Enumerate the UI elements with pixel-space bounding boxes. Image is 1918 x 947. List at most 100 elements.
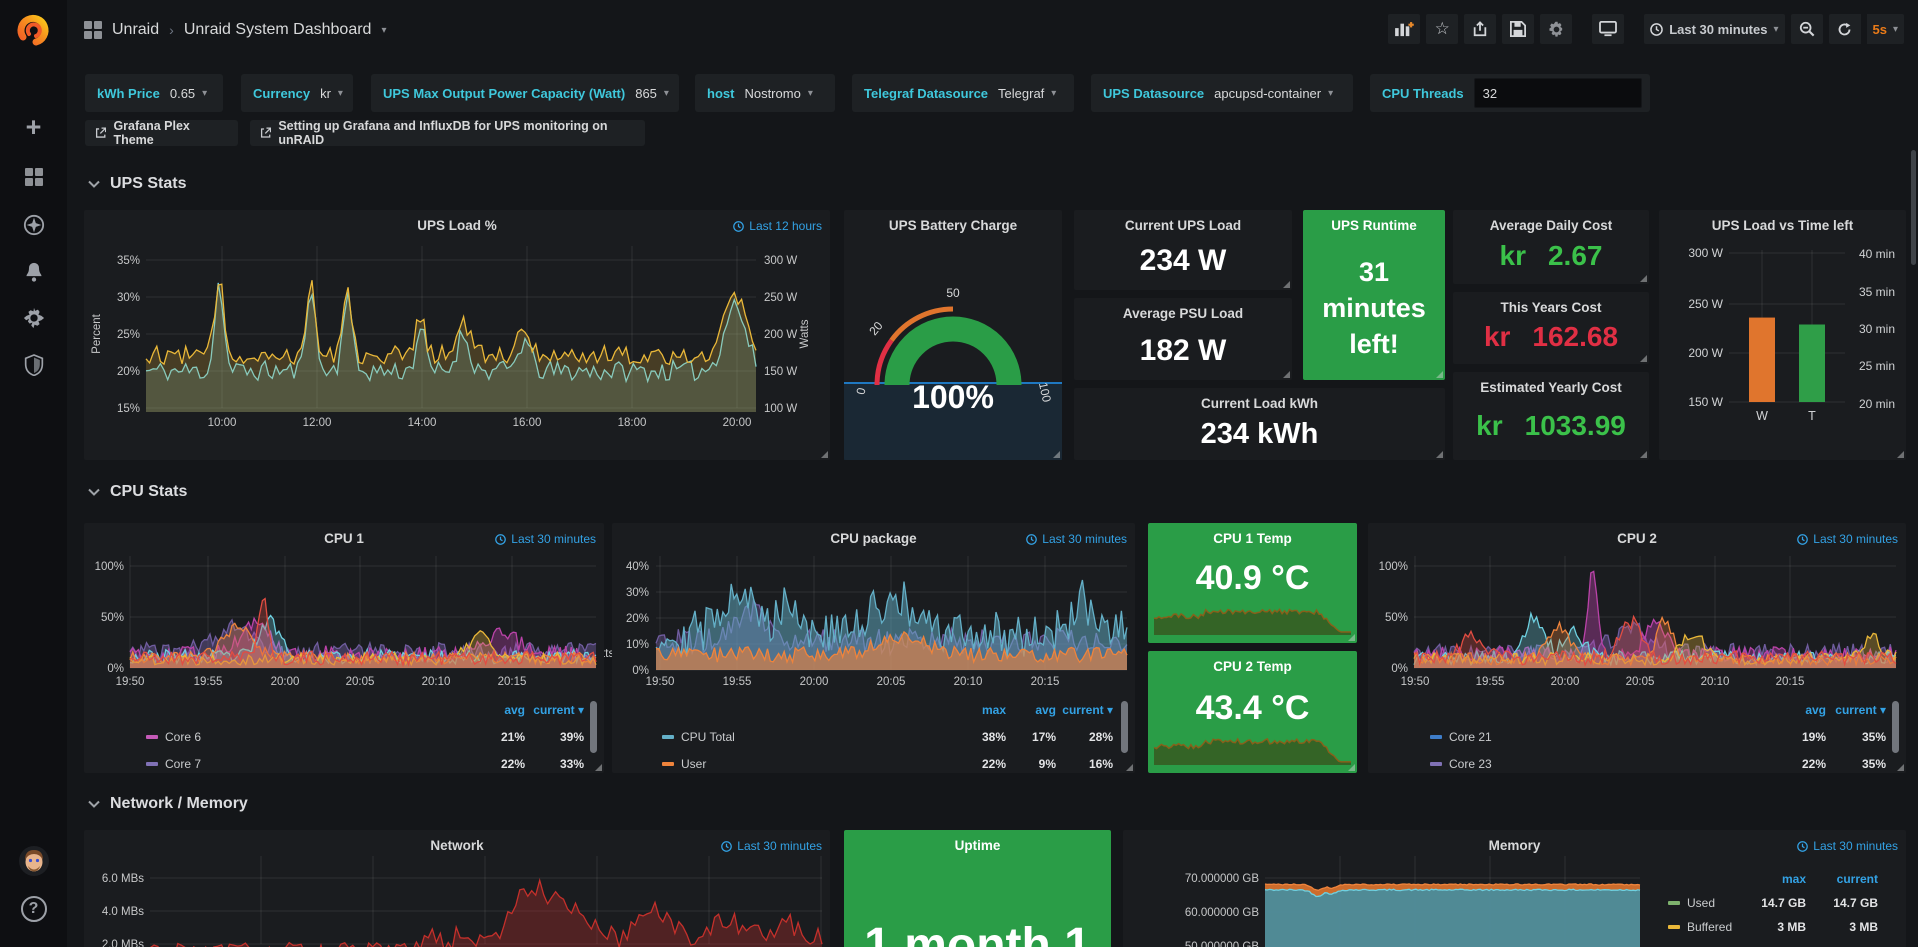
grafana-logo[interactable] [15, 11, 53, 49]
chevron-down-icon: ▾ [808, 88, 813, 99]
legend-header-avg[interactable]: avg [1805, 703, 1826, 717]
legend-scrollbar[interactable] [590, 701, 597, 753]
legend-header-current[interactable]: current ▾ [533, 703, 584, 717]
panel-title[interactable]: Average PSU Load [1074, 306, 1292, 321]
legend-label[interactable]: Core 23 [1449, 757, 1492, 771]
section-cpu-stats[interactable]: CPU Stats [88, 483, 187, 501]
bar-W [1749, 318, 1775, 402]
sidebar-alerting-button[interactable] [0, 253, 67, 291]
panel-current-load-kwh: Current Load kWh 234 kWh [1074, 388, 1445, 460]
stat-value: 1 month 1 [844, 918, 1111, 947]
chevron-down-icon[interactable]: ▾ [381, 25, 386, 36]
refresh-button[interactable] [1829, 14, 1861, 44]
cpu-threads-input[interactable] [1474, 78, 1642, 108]
variable-label: kWh Price [97, 86, 160, 101]
sidebar: + [0, 0, 67, 947]
legend-header-current[interactable]: current ▾ [1835, 703, 1886, 717]
legend-header-current[interactable]: current [1837, 872, 1878, 886]
legend-header-current[interactable]: current ▾ [1062, 703, 1113, 717]
variable-value-dropdown[interactable]: Nostromo▾ [744, 86, 812, 101]
share-icon [1472, 21, 1488, 37]
variable-value-dropdown[interactable]: 865▾ [635, 86, 669, 101]
load-vs-time-chart: 300 W250 W200 W150 W40 min35 min30 min25… [1659, 210, 1906, 460]
section-ups-stats[interactable]: UPS Stats [88, 175, 186, 193]
chevron-down-icon: ▾ [202, 88, 207, 99]
legend-label[interactable]: Core 21 [1449, 730, 1492, 744]
panel-title[interactable]: Current UPS Load [1074, 218, 1292, 233]
dashboard-link-ups-monitoring[interactable]: Setting up Grafana and InfluxDB for UPS … [250, 120, 645, 146]
legend-value: 33% [560, 757, 584, 771]
panel-title[interactable]: Current Load kWh [1074, 396, 1445, 411]
panel-title[interactable]: This Years Cost [1453, 300, 1649, 315]
legend-header-max[interactable]: max [1782, 872, 1806, 886]
breadcrumb-dashboard-title[interactable]: Unraid System Dashboard [184, 21, 372, 39]
panel-cpu-package: CPU package Last 30 minutes 40%30%20%10%… [612, 523, 1135, 773]
refresh-interval-picker[interactable]: 5s ▾ [1867, 14, 1905, 44]
stat-value: 182 W [1074, 334, 1292, 368]
gauge-value: 100% [912, 379, 994, 415]
variable-value-dropdown[interactable]: kr▾ [320, 86, 343, 101]
legend-header-max[interactable]: max [982, 703, 1006, 717]
section-network-memory[interactable]: Network / Memory [88, 795, 248, 813]
sidebar-explore-button[interactable] [0, 206, 67, 244]
save-dashboard-button[interactable] [1502, 14, 1534, 44]
link-label: Grafana Plex Theme [113, 119, 228, 147]
axis-tick: 25 min [1859, 359, 1895, 373]
legend-label[interactable]: CPU Total [681, 730, 735, 744]
clock-icon [1650, 23, 1663, 36]
panel-cpu2-temp: CPU 2 Temp 43.4 °C [1148, 651, 1357, 773]
variable-value-dropdown[interactable]: apcupsd-container▾ [1214, 86, 1333, 101]
sidebar-configuration-button[interactable] [0, 299, 67, 337]
legend-row: Buffered [1668, 920, 1732, 934]
panel-uptime: Uptime 1 month 1 [844, 830, 1111, 947]
variable-label: UPS Max Output Power Capacity (Watt) [383, 86, 625, 101]
sidebar-create-button[interactable]: + [0, 108, 67, 146]
breadcrumb-app[interactable]: Unraid [112, 21, 159, 39]
refresh-icon [1837, 22, 1852, 37]
tv-mode-button[interactable] [1592, 14, 1624, 44]
plus-icon: + [26, 114, 42, 141]
legend-value: 35% [1862, 730, 1886, 744]
legend-header-avg[interactable]: avg [504, 703, 525, 717]
sidebar-dashboards-button[interactable] [0, 158, 67, 196]
panel-title[interactable]: Average Daily Cost [1453, 218, 1649, 233]
panel-title[interactable]: Uptime [844, 838, 1111, 853]
variable-value-dropdown[interactable]: Telegraf▾ [998, 86, 1056, 101]
legend-label[interactable]: User [681, 757, 706, 771]
legend-value: 14.7 GB [1833, 896, 1878, 910]
refresh-interval-label: 5s [1873, 22, 1887, 37]
stat-value: kr162.68 [1453, 321, 1649, 353]
legend-value: 17% [1032, 730, 1056, 744]
panel-ups-battery-charge: UPS Battery Charge 02050100100% [844, 210, 1062, 460]
dashboard-link-plex-theme[interactable]: Grafana Plex Theme [85, 120, 238, 146]
legend-label[interactable]: Buffered [1687, 920, 1732, 934]
sidebar-user-avatar[interactable] [0, 842, 67, 880]
sidebar-help-button[interactable]: ? [0, 890, 67, 928]
dashboard-scrollbar[interactable] [1911, 150, 1916, 265]
variable-label: CPU Threads [1382, 86, 1464, 101]
chevron-down-icon: ▾ [1893, 24, 1898, 35]
dashboard-settings-button[interactable] [1540, 14, 1572, 44]
axis-tick: 6.0 MBs [102, 873, 144, 885]
legend-label[interactable]: Core 7 [165, 757, 201, 771]
legend-label[interactable]: Core 6 [165, 730, 201, 744]
legend-header-avg[interactable]: avg [1035, 703, 1056, 717]
add-panel-button[interactable] [1388, 14, 1420, 44]
legend-swatch [1430, 735, 1442, 739]
panel-title[interactable]: UPS Runtime [1303, 218, 1445, 233]
zoom-out-button[interactable] [1791, 14, 1823, 44]
legend-scrollbar[interactable] [1892, 701, 1899, 753]
legend-swatch [1668, 901, 1680, 905]
panel-title[interactable]: Estimated Yearly Cost [1453, 380, 1649, 395]
share-dashboard-button[interactable] [1464, 14, 1496, 44]
chevron-down-icon [88, 800, 100, 808]
time-range-picker[interactable]: Last 30 minutes ▾ [1644, 14, 1784, 44]
panel-ups-load-vs-time-left: UPS Load vs Time left 300 W250 W200 W150… [1659, 210, 1906, 460]
legend-scrollbar[interactable] [1121, 701, 1128, 753]
legend-label[interactable]: Used [1687, 896, 1715, 910]
variable-value-dropdown[interactable]: 0.65▾ [170, 86, 207, 101]
axis-tick: 40 min [1859, 247, 1895, 261]
legend-value: 38% [982, 730, 1006, 744]
star-dashboard-button[interactable]: ☆ [1426, 14, 1458, 44]
sidebar-server-admin-button[interactable] [0, 346, 67, 384]
